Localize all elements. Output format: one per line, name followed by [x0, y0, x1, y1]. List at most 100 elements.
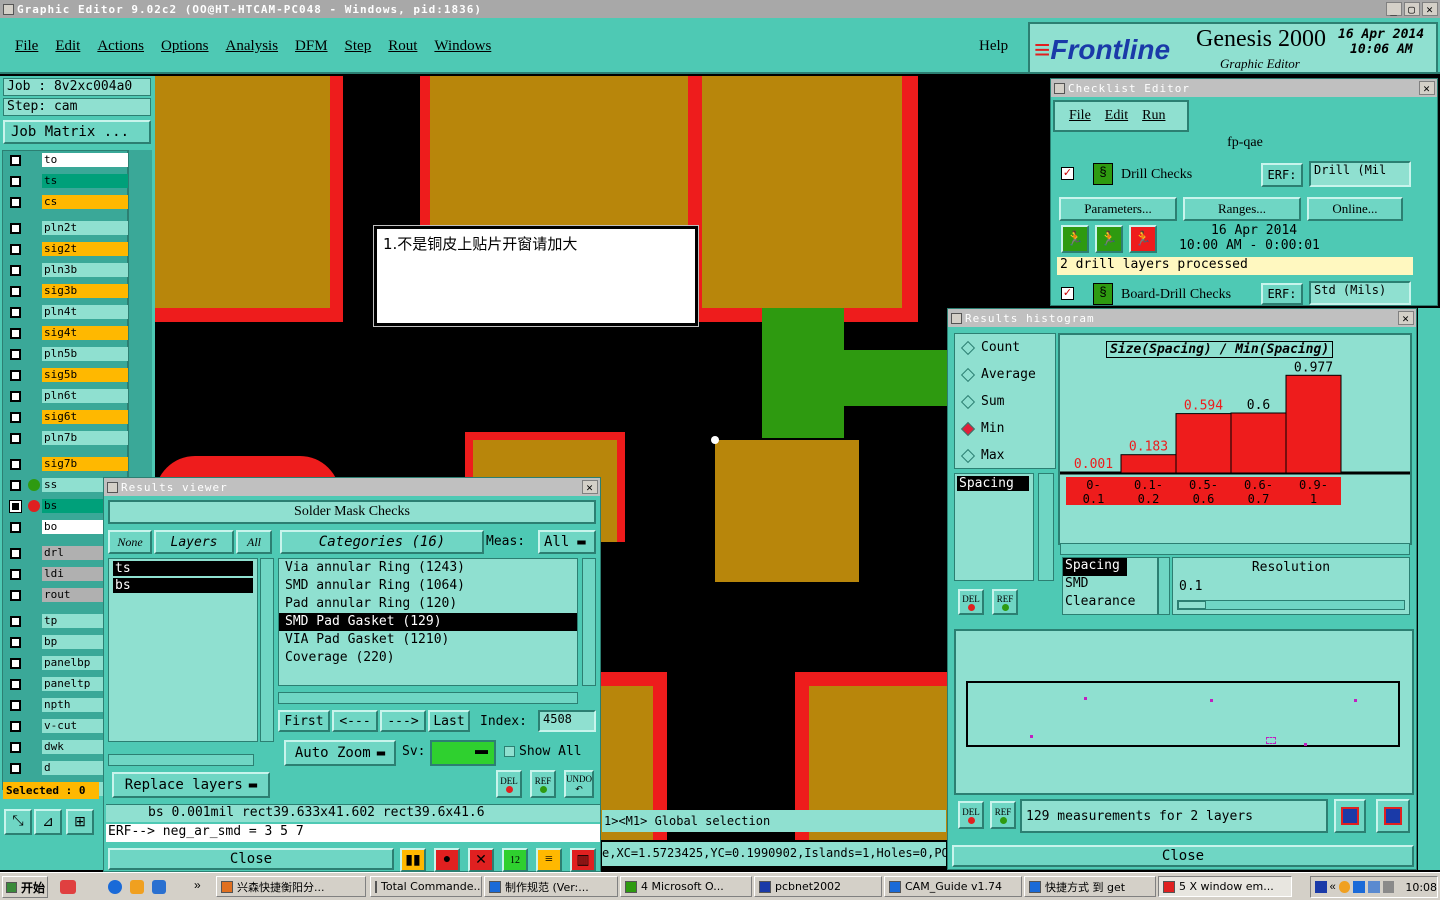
- close-icon[interactable]: ✕: [1419, 81, 1435, 95]
- layer-checkbox[interactable]: [10, 391, 21, 402]
- layer-checkbox[interactable]: [10, 197, 21, 208]
- category-item[interactable]: Via annular Ring (1243): [279, 559, 577, 577]
- layer-row[interactable]: pln5b: [10, 347, 132, 362]
- mode-count[interactable]: Count: [955, 334, 1055, 361]
- record-icon[interactable]: ●: [434, 848, 460, 872]
- viewer-layer-item[interactable]: ts: [113, 561, 253, 576]
- layer-name[interactable]: cs: [42, 195, 132, 209]
- layer-checkbox[interactable]: [10, 155, 21, 166]
- res-list-item[interactable]: Spacing: [1063, 558, 1127, 576]
- layer-row[interactable]: sig3b: [10, 284, 132, 299]
- ref-button[interactable]: REF: [530, 770, 556, 798]
- quick-launch-icon[interactable]: [152, 880, 166, 894]
- pause-icon[interactable]: ▮▮: [400, 848, 426, 872]
- layer-checkbox[interactable]: [10, 433, 21, 444]
- more-chevron-icon[interactable]: »: [194, 878, 201, 892]
- layer-name[interactable]: sig5b: [42, 368, 132, 382]
- erf-field[interactable]: Drill (Mil: [1309, 161, 1411, 187]
- layer-row[interactable]: v-cut: [10, 719, 132, 734]
- stat-scrollbar[interactable]: [1038, 473, 1054, 581]
- res-list-item[interactable]: SMD: [1063, 576, 1157, 594]
- mode-average[interactable]: Average: [955, 361, 1055, 388]
- network-icon[interactable]: [1368, 881, 1380, 893]
- layer-list-scrollbar[interactable]: [260, 558, 274, 742]
- menu-options[interactable]: Options: [161, 38, 209, 55]
- quick-launch-icon[interactable]: [130, 880, 144, 894]
- layer-name[interactable]: sig3b: [42, 284, 132, 298]
- histogram-bar[interactable]: [1065, 471, 1122, 474]
- layer-checkbox[interactable]: [10, 616, 21, 627]
- taskbar-item[interactable]: pcbnet2002: [754, 876, 882, 897]
- layer-name[interactable]: pln5b: [42, 347, 132, 361]
- minimize-icon[interactable]: _: [1386, 2, 1402, 16]
- nav-button-0[interactable]: First: [278, 710, 330, 732]
- category-list[interactable]: Via annular Ring (1243) SMD annular Ring …: [278, 558, 578, 686]
- layer-checkbox[interactable]: [10, 637, 21, 648]
- layer-checkbox[interactable]: [10, 176, 21, 187]
- histogram-close-button[interactable]: Close: [952, 845, 1414, 867]
- layer-checkbox[interactable]: [10, 328, 21, 339]
- layer-row[interactable]: pln6t: [10, 389, 132, 404]
- layer-checkbox[interactable]: [10, 679, 21, 690]
- measure-tool-icon[interactable]: ⊿: [34, 809, 62, 835]
- layer-checkbox[interactable]: [10, 265, 21, 276]
- category-hscrollbar[interactable]: [278, 692, 578, 704]
- layer-row[interactable]: ss: [10, 478, 132, 493]
- layer-checkbox[interactable]: [10, 742, 21, 753]
- plot-config-icon[interactable]: [1376, 799, 1410, 833]
- tray-icon[interactable]: [1353, 881, 1366, 893]
- layer-name[interactable]: pln2t: [42, 221, 132, 235]
- layer-checkbox[interactable]: [10, 480, 21, 491]
- menu-step[interactable]: Step: [345, 38, 372, 55]
- delete-results-icon[interactable]: ✕: [468, 848, 494, 872]
- layer-checkbox[interactable]: [10, 286, 21, 297]
- ime-icon[interactable]: [1315, 881, 1327, 893]
- category-item[interactable]: Coverage (220): [279, 649, 577, 667]
- layer-row[interactable]: sig5b: [10, 368, 132, 383]
- layer-checkbox[interactable]: [10, 370, 21, 381]
- radio-icon[interactable]: [960, 394, 976, 409]
- layer-row[interactable]: to: [10, 153, 132, 168]
- res-list-item[interactable]: Clearance: [1063, 594, 1157, 612]
- layer-name[interactable]: sig6t: [42, 410, 132, 424]
- category-scrollbar[interactable]: [582, 558, 596, 686]
- mode-sum[interactable]: Sum: [955, 388, 1055, 415]
- resolution-list-scrollbar[interactable]: [1158, 557, 1170, 615]
- category-item[interactable]: Pad annular Ring (120): [279, 595, 577, 613]
- erf-button[interactable]: ERF:: [1261, 283, 1303, 305]
- nav-button-3[interactable]: Last: [428, 710, 470, 732]
- tray-chevron-icon[interactable]: «: [1330, 881, 1336, 893]
- layer-checkbox[interactable]: [10, 700, 21, 711]
- category-item[interactable]: SMD annular Ring (1064): [279, 577, 577, 595]
- layer-row[interactable]: bs: [9, 499, 132, 514]
- layer-row[interactable]: panelbp: [10, 656, 132, 671]
- layer-row[interactable]: bo: [10, 520, 132, 535]
- checklist-menu-edit[interactable]: Edit: [1105, 108, 1128, 124]
- layer-name[interactable]: pln7b: [42, 431, 132, 445]
- close-icon[interactable]: ✕: [1398, 311, 1414, 325]
- nav-button-2[interactable]: --->: [380, 710, 426, 732]
- checklist-btn-0[interactable]: Parameters...: [1059, 197, 1177, 221]
- menu-rout[interactable]: Rout: [388, 38, 417, 55]
- layer-row[interactable]: paneltp: [10, 677, 132, 692]
- layer-checkbox[interactable]: [10, 522, 21, 533]
- radio-icon[interactable]: [960, 340, 976, 355]
- category-item[interactable]: VIA Pad Gasket (1210): [279, 631, 577, 649]
- layer-checkbox[interactable]: [10, 244, 21, 255]
- nav-button-1[interactable]: <---: [332, 710, 378, 732]
- layer-checkbox[interactable]: [9, 500, 22, 513]
- viewer-layer-list[interactable]: ts bs: [108, 558, 258, 742]
- layer-name[interactable]: sig2t: [42, 242, 132, 256]
- layer-checkbox[interactable]: [10, 569, 21, 580]
- layers-button[interactable]: Layers: [154, 530, 234, 554]
- layer-row[interactable]: ldi: [10, 567, 132, 582]
- plot-view-icon[interactable]: [1334, 799, 1366, 833]
- show-all-checkbox[interactable]: Show All: [504, 744, 582, 759]
- grid-tool-icon[interactable]: ⊞: [66, 809, 94, 835]
- taskbar-item[interactable]: 5 X window em...: [1158, 876, 1292, 897]
- layer-row[interactable]: pln7b: [10, 431, 132, 446]
- categories-button[interactable]: Categories (16): [280, 530, 484, 554]
- layer-row[interactable]: dwk: [10, 740, 132, 755]
- taskbar-item[interactable]: 制作规范 (Ver:...: [484, 876, 618, 897]
- layer-row[interactable]: d: [10, 761, 132, 776]
